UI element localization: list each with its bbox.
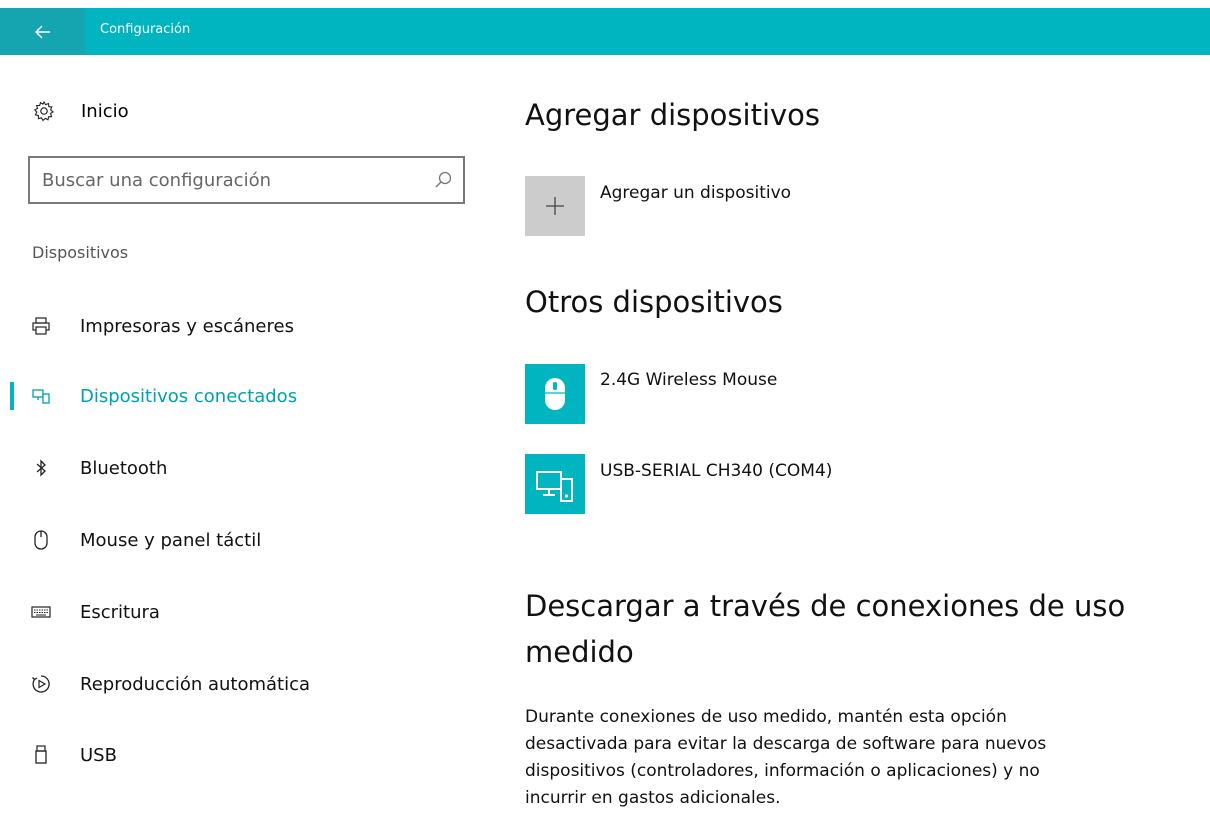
sidebar-item-autoplay[interactable]: Reproducción automática [0, 666, 480, 702]
other-devices-heading: Otros dispositivos [525, 285, 783, 319]
metered-heading-line2: medido [525, 635, 634, 669]
mouse-device-icon [545, 378, 565, 410]
device-tile-mouse[interactable] [525, 364, 585, 424]
device-name[interactable]: 2.4G Wireless Mouse [600, 370, 777, 390]
sidebar-item-label: Impresoras y escáneres [80, 315, 294, 337]
sidebar-item-label: Bluetooth [80, 457, 168, 479]
active-indicator [10, 382, 14, 410]
sidebar-item-label: USB [80, 744, 117, 766]
sidebar-item-label: Reproducción automática [80, 673, 311, 695]
device-name[interactable]: USB-SERIAL CH340 (COM4) [600, 461, 832, 481]
search-box[interactable] [28, 156, 465, 204]
add-devices-heading: Agregar dispositivos [525, 98, 821, 132]
mouse-icon [30, 529, 52, 551]
sidebar-item-mouse[interactable]: Mouse y panel táctil [0, 522, 480, 558]
plus-icon [546, 197, 564, 215]
metered-description: Durante conexiones de uso medido, mantén… [525, 707, 1047, 808]
home-label: Inicio [81, 100, 129, 122]
sidebar-item-typing[interactable]: Escritura [0, 594, 480, 630]
sidebar-item-label: Escritura [80, 601, 160, 623]
sidebar-item-bluetooth[interactable]: Bluetooth [0, 450, 480, 486]
sidebar-item-label: Dispositivos conectados [80, 385, 298, 407]
add-device-button[interactable] [525, 176, 585, 236]
sidebar-item-printers[interactable]: Impresoras y escáneres [0, 308, 480, 344]
back-button[interactable] [0, 8, 85, 55]
title-bar: Configuración [0, 8, 1210, 55]
printer-icon [30, 315, 52, 337]
bluetooth-icon [30, 457, 52, 479]
autoplay-icon [30, 673, 52, 695]
arrow-left-icon [34, 24, 50, 39]
gear-icon [33, 100, 54, 122]
sidebar-item-usb[interactable]: USB [0, 737, 480, 773]
search-icon[interactable] [433, 170, 453, 190]
home-link[interactable]: Inicio [33, 97, 129, 125]
device-tile-serial[interactable] [525, 454, 585, 514]
computer-device-icon [536, 471, 573, 502]
search-input[interactable] [42, 168, 422, 192]
sidebar-item-connected-devices[interactable]: Dispositivos conectados [0, 378, 480, 414]
window-title: Configuración [100, 22, 191, 37]
section-label: Dispositivos [32, 243, 129, 262]
sidebar-item-label: Mouse y panel táctil [80, 529, 262, 551]
usb-icon [30, 744, 52, 766]
keyboard-icon [30, 601, 52, 623]
metered-heading-line1: Descargar a través de conexiones de uso [525, 589, 1126, 623]
add-device-label[interactable]: Agregar un dispositivo [600, 183, 791, 203]
connected-devices-icon [30, 385, 52, 407]
